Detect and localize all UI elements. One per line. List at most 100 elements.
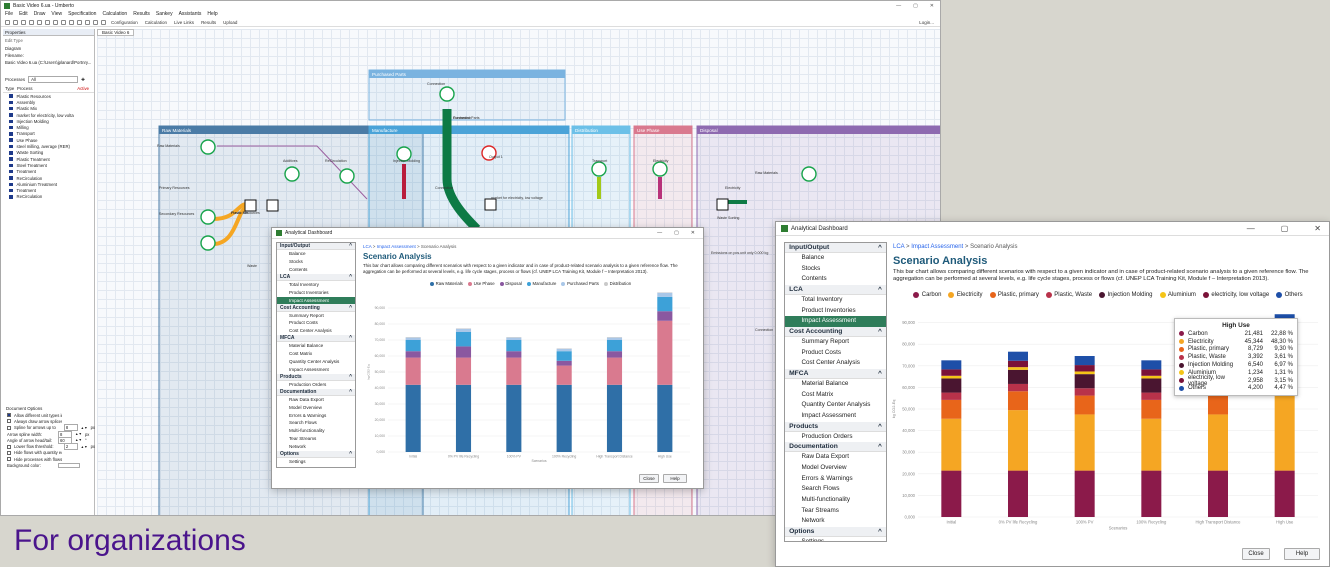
open-icon[interactable] [13, 19, 18, 25]
nav-item-cost-center-analysis[interactable]: Cost Center Analysis [277, 327, 355, 335]
nav-item-tear-streams[interactable]: Tear Streams [277, 435, 355, 443]
bar-segment[interactable] [1141, 418, 1162, 471]
legend-item[interactable]: Raw Materials [429, 281, 463, 286]
nav-item-summary-report[interactable]: Summary Report [785, 337, 886, 348]
processes-filter-select[interactable]: All [28, 76, 79, 83]
process-node[interactable] [591, 161, 607, 177]
bar-segment[interactable] [1208, 414, 1228, 471]
nav-item-production-orders[interactable]: Production Orders [785, 432, 886, 443]
nav-item-contents[interactable]: Contents [785, 274, 886, 285]
bar-segment[interactable] [1141, 375, 1162, 379]
bar-segment[interactable] [506, 340, 522, 352]
bar-segment[interactable] [941, 392, 962, 400]
bar-segment[interactable] [1141, 399, 1162, 419]
nav-item-material-balance[interactable]: Material Balance [785, 379, 886, 390]
menu-calculation[interactable]: Calculation [102, 11, 127, 17]
bar-segment[interactable] [657, 384, 673, 452]
bar-segment[interactable] [1074, 470, 1095, 517]
help-button-small[interactable]: Help [663, 474, 687, 483]
nav-item-stocks[interactable]: Stocks [785, 264, 886, 275]
nav-section-products[interactable]: Products ^ [277, 373, 355, 381]
bar-segment[interactable] [1074, 356, 1095, 366]
bar-segment[interactable] [941, 369, 962, 376]
nav-item-impact-assessment[interactable]: Impact Assessment [277, 296, 355, 305]
bar-segment[interactable] [1008, 470, 1028, 517]
crumb-impact-assessment[interactable]: Impact Assessment [911, 244, 963, 250]
close-button-large[interactable]: Close [1242, 548, 1270, 560]
nav-section-lca[interactable]: LCA ^ [277, 273, 355, 281]
bar-segment[interactable] [1074, 371, 1095, 375]
bar-segment[interactable] [941, 470, 962, 517]
bar-segment[interactable] [657, 320, 673, 385]
bar-segment[interactable] [1008, 410, 1028, 471]
nav-item-product-inventories[interactable]: Product Inventories [277, 289, 355, 297]
option-checkbox[interactable] [7, 425, 11, 430]
process-icon[interactable] [85, 19, 90, 25]
nav-item-product-costs[interactable]: Product Costs [785, 348, 886, 359]
dashboard-large-maximize-icon[interactable]: ▢ [1281, 224, 1289, 233]
nav-item-model-overview[interactable]: Model Overview [277, 404, 355, 412]
nav-item-quantity-center-analysis[interactable]: Quantity Center Analysis [277, 358, 355, 366]
bar-segment[interactable] [1141, 360, 1162, 370]
bar-segment[interactable] [556, 351, 572, 361]
bar-segment[interactable] [556, 348, 572, 352]
legend-item[interactable]: Carbon [913, 292, 941, 298]
nav-section-mfca[interactable]: MFCA ^ [277, 335, 355, 343]
results-button[interactable]: Results [199, 20, 218, 25]
chevron-up-icon[interactable]: ^ [878, 328, 882, 335]
bar-segment[interactable] [1008, 360, 1028, 368]
bar-segment[interactable] [941, 375, 962, 379]
dashboard-small-minimize-icon[interactable]: — [657, 230, 662, 236]
nav-item-impact-assessment[interactable]: Impact Assessment [785, 316, 886, 328]
legend-item[interactable]: electricity, low voltage [1202, 292, 1269, 298]
new-icon[interactable] [5, 19, 10, 25]
connection-icon[interactable] [93, 19, 98, 25]
bar-segment[interactable] [1074, 414, 1095, 471]
option-checkbox[interactable] [7, 413, 11, 418]
process-node[interactable] [652, 161, 668, 177]
legend-item[interactable]: Distribution [603, 281, 631, 286]
bar-segment[interactable] [1141, 392, 1162, 400]
bar-segment[interactable] [556, 360, 572, 366]
nav-section-options[interactable]: Options ^ [785, 527, 886, 538]
bar-segment[interactable] [657, 296, 673, 312]
nav-item-search-flows[interactable]: Search Flows [785, 484, 886, 495]
nav-item-summary-report[interactable]: Summary Report [277, 312, 355, 320]
legend-item[interactable]: Manufacture [526, 281, 556, 286]
option-checkbox[interactable] [7, 419, 11, 424]
nav-item-cost-matrix[interactable]: Cost Matrix [277, 350, 355, 358]
menu-draw[interactable]: Draw [34, 11, 46, 17]
configuration-button[interactable]: Configuration [109, 20, 140, 25]
live-links-button[interactable]: Live Links [172, 20, 196, 25]
nav-item-balance[interactable]: Balance [785, 253, 886, 264]
bar-segment[interactable] [405, 351, 421, 358]
bar-segment[interactable] [941, 360, 962, 370]
chevron-up-icon[interactable]: ^ [349, 374, 352, 380]
minimize-icon[interactable]: — [896, 3, 901, 9]
nav-section-cost-accounting[interactable]: Cost Accounting ^ [785, 327, 886, 338]
spinner-icon[interactable]: ▲▼ [75, 432, 82, 436]
nav-item-quantity-center-analysis[interactable]: Quantity Center Analysis [785, 400, 886, 411]
bar-segment[interactable] [1074, 365, 1095, 372]
nav-section-documentation[interactable]: Documentation ^ [785, 442, 886, 453]
chevron-up-icon[interactable]: ^ [878, 244, 882, 251]
bar-segment[interactable] [1008, 369, 1028, 384]
bar-segment[interactable] [1274, 470, 1295, 517]
nav-item-total-inventory[interactable]: Total Inventory [277, 281, 355, 289]
chevron-up-icon[interactable]: ^ [349, 305, 352, 311]
nav-section-options[interactable]: Options ^ [277, 450, 355, 458]
nav-item-impact-assessment[interactable]: Impact Assessment [785, 411, 886, 422]
bar-segment[interactable] [506, 357, 522, 385]
bar-segment[interactable] [455, 384, 472, 452]
save-icon[interactable] [21, 19, 26, 25]
process-node[interactable] [200, 209, 216, 225]
dashboard-small-maximize-icon[interactable]: ▢ [674, 230, 679, 236]
nav-item-settings[interactable]: Settings [277, 458, 355, 466]
bar-segment[interactable] [1008, 391, 1028, 411]
nav-item-production-orders[interactable]: Production Orders [277, 381, 355, 389]
bar-segment[interactable] [405, 384, 421, 452]
background-color-swatch[interactable] [58, 463, 80, 469]
close-button-small[interactable]: Close [639, 474, 659, 483]
option-checkbox[interactable] [7, 444, 11, 449]
menu-assistants[interactable]: Assistants [179, 11, 202, 17]
